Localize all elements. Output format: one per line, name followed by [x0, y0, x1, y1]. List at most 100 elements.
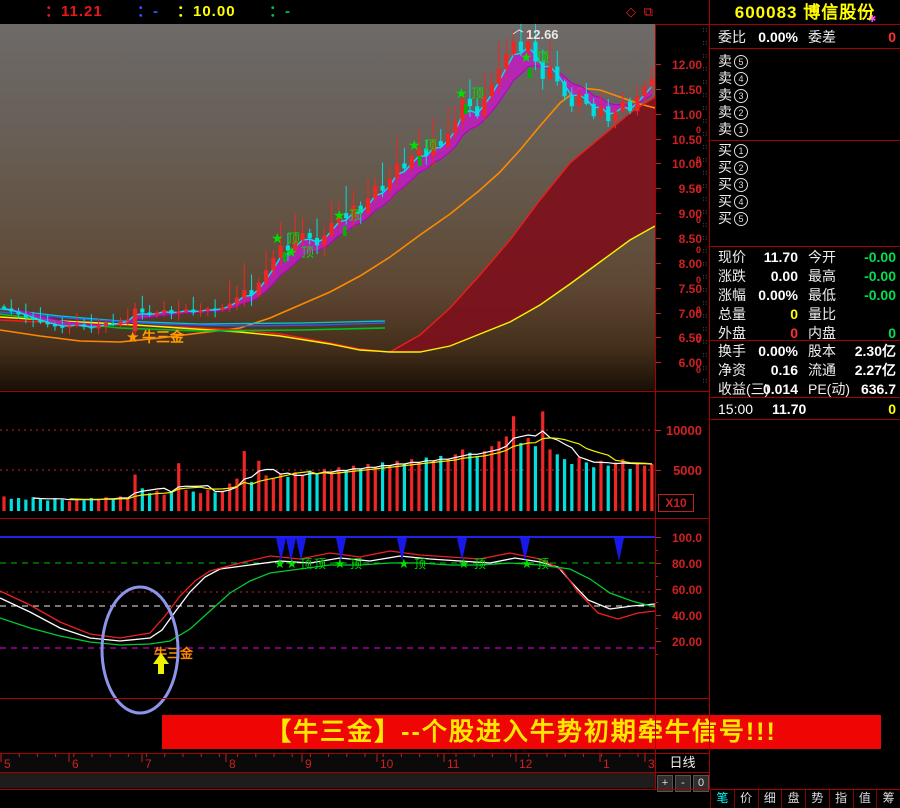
sell-row[interactable]: 卖4 — [710, 70, 900, 87]
volume-bar — [10, 499, 13, 511]
signal-banner: 【牛三金】--个股进入牛势初期牵牛信号!!! — [162, 715, 881, 749]
tab-盘[interactable]: 盘 — [781, 790, 805, 808]
tab-筹[interactable]: 筹 — [876, 790, 900, 808]
sell-row[interactable]: 卖5 — [710, 53, 900, 70]
volume-bar — [541, 411, 544, 511]
volume-bar — [439, 456, 442, 511]
volume-pane[interactable] — [0, 391, 655, 518]
sell-row[interactable]: 卖2 — [710, 104, 900, 121]
candle-body — [213, 309, 217, 310]
top-star-icon: ★ — [333, 207, 346, 223]
sell-row[interactable]: 卖3 — [710, 87, 900, 104]
top-star-icon: ★ — [408, 137, 421, 153]
info-value: 0.00 — [771, 267, 798, 286]
candle-body — [613, 111, 617, 121]
candle-body — [89, 327, 93, 328]
top-star-icon: ★ — [520, 49, 533, 65]
candle-body — [140, 309, 144, 313]
volume-bar — [432, 461, 435, 511]
candle-body — [271, 258, 275, 270]
buy-row[interactable]: 买3 — [710, 176, 900, 193]
buy-row[interactable]: 买5 — [710, 210, 900, 227]
volume-bar — [53, 498, 56, 511]
info-row: 总量0量比 — [710, 305, 900, 324]
d-red-line — [0, 551, 655, 638]
buy-row[interactable]: 买1 — [710, 142, 900, 159]
signal-bar — [343, 226, 347, 236]
strip-glyph: ∷ — [703, 236, 707, 242]
tab-价[interactable]: 价 — [734, 790, 758, 808]
volume-bar — [548, 449, 551, 511]
volume-tick-label: 10000 — [666, 423, 702, 438]
candle-body — [177, 312, 181, 314]
top-star-icon: ★ — [334, 556, 346, 571]
volume-bar — [505, 436, 508, 511]
volume-bar — [512, 416, 515, 511]
candle-body — [53, 324, 57, 326]
info-value: -0.00 — [864, 248, 896, 267]
strip-glyph: ∷ — [703, 67, 707, 73]
divider — [0, 698, 710, 699]
tab-值[interactable]: 值 — [853, 790, 877, 808]
volume-bar — [556, 454, 559, 511]
volume-bar — [483, 451, 486, 511]
candle-body — [249, 290, 253, 295]
stock-title[interactable]: 600083 博信股份 — [710, 2, 900, 24]
info-label: 涨幅 — [718, 286, 746, 305]
top-label: 顶 — [424, 138, 437, 153]
candle-body — [512, 42, 516, 54]
volume-bar — [184, 490, 187, 511]
tab-指[interactable]: 指 — [829, 790, 853, 808]
tab-势[interactable]: 势 — [805, 790, 829, 808]
candle-body — [490, 84, 494, 96]
tab-细[interactable]: 细 — [758, 790, 782, 808]
indicator-tick-label: 60.00 — [672, 583, 702, 597]
candlestick-chart[interactable]: 12.66★顶★顶★顶★顶★顶★顶★牛三金 — [0, 24, 655, 390]
signal-bar — [464, 104, 468, 114]
volume-bar — [206, 490, 209, 511]
volume-bar — [294, 472, 297, 511]
volume-bar — [628, 469, 631, 511]
indicator-axis: 100.080.0060.0040.0020.00 — [655, 519, 709, 698]
volume-ma-line — [33, 431, 652, 500]
period-selector[interactable]: 日线 — [656, 753, 709, 772]
volume-bar — [366, 464, 369, 511]
info-row: 现价11.70今开-0.00 — [710, 248, 900, 267]
buy-row[interactable]: 买2 — [710, 159, 900, 176]
candle-body — [592, 104, 596, 116]
volume-bar — [585, 462, 588, 511]
horizontal-scrollbar[interactable] — [0, 773, 655, 788]
divider — [710, 397, 900, 398]
strip-zero: 0 — [696, 186, 701, 195]
volume-bar — [490, 446, 493, 511]
candle-body — [635, 96, 639, 111]
window-controls-icon[interactable]: ◇ ⧉ — [626, 2, 655, 22]
strip-glyph: ∷ — [703, 80, 707, 86]
volume-bar — [235, 479, 238, 511]
volume-bar — [337, 467, 340, 511]
bull-signal-label: 牛三金 — [142, 329, 185, 345]
buy-row[interactable]: 买4 — [710, 193, 900, 210]
candle-body — [2, 307, 6, 309]
volume-bar — [446, 459, 449, 511]
candle-body — [155, 313, 159, 315]
panel-edge-strip: ∷∷∷∷∷∷∷∷∷∷∷∷∷∷∷∷∷∷∷∷∷∷∷∷∷∷∷∷000000000 — [696, 24, 709, 390]
volume-bar — [68, 501, 71, 511]
volume-bar — [221, 491, 224, 511]
sell-label: 卖1 — [718, 121, 748, 138]
candle-body — [497, 69, 501, 84]
weicha-value: 0 — [888, 27, 896, 47]
info-row: 净资0.16流通2.27亿 — [710, 361, 900, 380]
indicator-pane[interactable]: ★★★★★★顶顶顶顶顶顶牛三金 — [0, 519, 655, 698]
candle-body — [548, 66, 552, 78]
strip-glyph: ∷ — [703, 184, 707, 190]
top-label: 顶 — [301, 245, 314, 260]
volume-bar — [410, 459, 413, 511]
candle-body — [16, 312, 20, 315]
strip-zero: 0 — [696, 366, 701, 375]
tab-笔[interactable]: 笔 — [710, 790, 734, 808]
candle-body — [184, 310, 188, 312]
candle-body — [402, 163, 406, 168]
sell-row[interactable]: 卖1 — [710, 121, 900, 138]
volume-bar — [32, 497, 35, 511]
